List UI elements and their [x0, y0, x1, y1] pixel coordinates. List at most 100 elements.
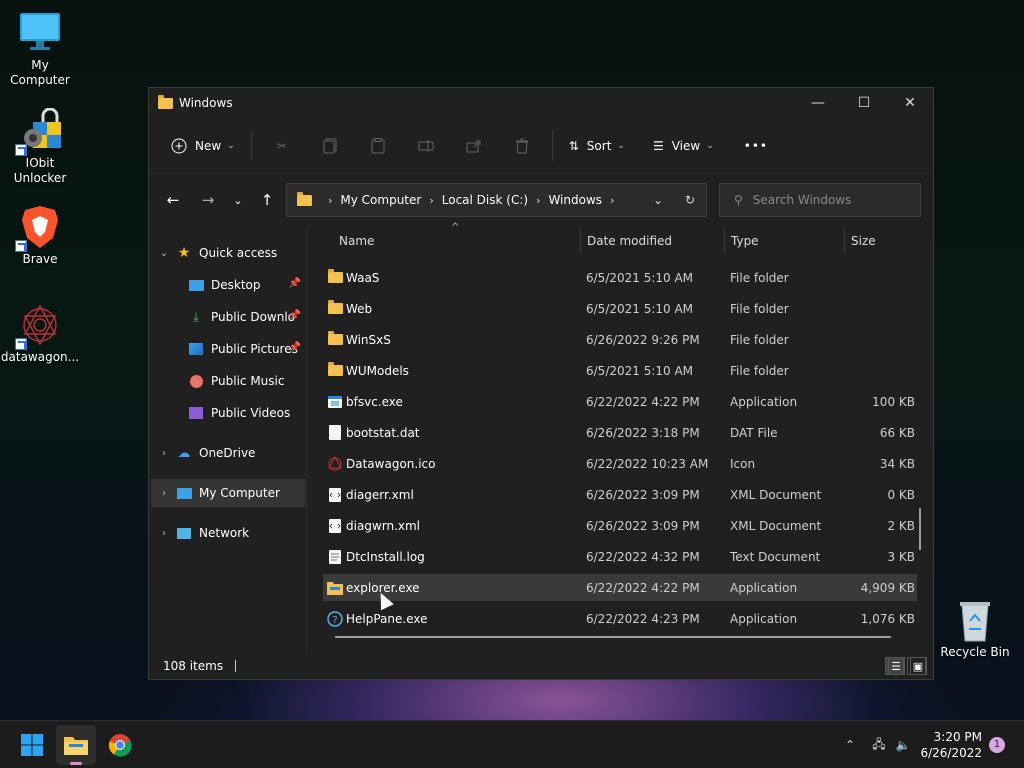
file-row[interactable]: diagwrn.xml 6/26/2022 3:09 PM XML Document…: [323, 512, 917, 539]
clock-time: 3:20 PM: [933, 730, 982, 744]
taskbar-chrome[interactable]: [100, 725, 140, 765]
datawagon-icon: [15, 302, 63, 350]
cloud-icon: ☁: [177, 445, 191, 461]
sort-button[interactable]: ⇅ Sort ⌄: [559, 128, 635, 164]
minimize-button[interactable]: —: [795, 88, 841, 118]
horizontal-scrollbar[interactable]: [335, 636, 891, 638]
refresh-button[interactable]: ↻: [674, 193, 706, 207]
large-icons-view-button[interactable]: ▣: [907, 657, 927, 675]
folder-icon: [327, 362, 343, 379]
taskbar-file-explorer[interactable]: [56, 725, 96, 765]
clipboard-icon: [371, 137, 385, 153]
notification-badge[interactable]: 1: [989, 737, 1005, 753]
share-button[interactable]: [450, 128, 498, 164]
nav-desktop[interactable]: Desktop 📌: [187, 271, 305, 299]
show-hidden-icons-button[interactable]: ⌃: [840, 738, 860, 752]
file-type: Text Document: [730, 549, 821, 564]
file-row[interactable]: Datawagon.ico 6/22/2022 10:23 AM Icon 34 KB: [323, 450, 917, 477]
forward-button[interactable]: →: [192, 184, 224, 216]
nav-public-pictures[interactable]: Public Pictures 📌: [187, 335, 305, 363]
file-size: 4,909 KB: [860, 580, 915, 595]
nav-public-downloads[interactable]: ⤓ Public Downloads 📌: [187, 303, 305, 331]
address-row: ← → ⌄ ↑ › My Computer › Local Disk (C:) › …: [149, 174, 933, 226]
file-list: Name ^ Date modified Type Size WaaS 6/5/2…: [317, 222, 927, 653]
file-size: 3 KB: [887, 549, 915, 564]
file-size: 34 KB: [879, 456, 915, 471]
desktop-icon-recycle-bin[interactable]: Recycle Bin: [935, 597, 1015, 660]
file-type: File folder: [730, 363, 789, 378]
view-button[interactable]: ☰ View ⌄: [643, 128, 724, 164]
desktop-icon-label: My Computer: [10, 58, 70, 87]
file-row[interactable]: bootstat.dat 6/26/2022 3:18 PM DAT File 66 …: [323, 419, 917, 446]
rename-button[interactable]: [402, 128, 450, 164]
pin-icon: 📌: [288, 278, 301, 289]
search-input[interactable]: ⚲ Search Windows: [719, 183, 921, 217]
videos-icon: [187, 405, 205, 421]
file-type: XML Document: [730, 518, 822, 533]
file-row[interactable]: WinSxS 6/26/2022 9:26 PM File folder: [323, 326, 917, 353]
file-row[interactable]: Web 6/5/2021 5:10 AM File folder: [323, 295, 917, 322]
up-button[interactable]: ↑: [252, 184, 282, 216]
recent-locations-button[interactable]: ⌄: [224, 184, 252, 216]
desktop-icon-label: Recycle Bin: [940, 645, 1010, 659]
nav-my-computer[interactable]: › My Computer: [151, 479, 305, 507]
chevron-down-icon: ⌄: [617, 140, 625, 151]
desktop-icon-brave[interactable]: Brave: [0, 204, 80, 267]
file-type: File folder: [730, 270, 789, 285]
clock[interactable]: 3:20 PM 6/26/2022: [920, 729, 982, 761]
paste-button[interactable]: [354, 128, 402, 164]
back-button[interactable]: ←: [157, 184, 189, 216]
windows-logo-icon: [21, 734, 43, 756]
taskbar: ⌃ 🖧 🔈 3:20 PM 6/26/2022 1: [0, 720, 1024, 768]
network-status-icon[interactable]: 🖧: [866, 735, 892, 756]
maximize-button[interactable]: ☐: [841, 88, 887, 118]
file-date: 6/22/2022 4:22 PM: [586, 580, 700, 595]
file-row[interactable]: explorer.exe 6/22/2022 4:22 PM Application…: [323, 574, 917, 601]
window-title: Windows: [179, 96, 233, 110]
close-button[interactable]: ✕: [887, 88, 933, 118]
plus-circle-icon: [171, 138, 187, 153]
file-row[interactable]: WUModels 6/5/2021 5:10 AM File folder: [323, 357, 917, 384]
address-dropdown-button[interactable]: ⌄: [642, 193, 674, 207]
file-name: diagerr.xml: [346, 487, 414, 502]
file-row[interactable]: diagerr.xml 6/26/2022 3:09 PM XML Document…: [323, 481, 917, 508]
status-bar: 108 items ☰ ▣: [149, 653, 933, 679]
file-row[interactable]: bfsvc.exe 6/22/2022 4:22 PM Application 100…: [323, 388, 917, 415]
nav-public-music[interactable]: Public Music: [187, 367, 305, 395]
nav-network[interactable]: › Network: [157, 519, 307, 547]
desktop-icon-my-computer[interactable]: My Computer: [0, 10, 80, 88]
breadcrumb-local-disk[interactable]: Local Disk (C:) ›: [442, 193, 549, 207]
desktop-icon-label: Brave: [22, 252, 58, 266]
column-header-size[interactable]: Size: [851, 228, 911, 254]
nav-onedrive[interactable]: › ☁ OneDrive: [157, 439, 307, 467]
desktop-icon-datawagon[interactable]: datawagon...: [0, 302, 80, 365]
shortcut-arrow-icon: [15, 338, 27, 350]
file-row[interactable]: ? HelpPane.exe 6/22/2022 4:23 PM Applicatio…: [323, 605, 917, 632]
file-row[interactable]: WaaS 6/5/2021 5:10 AM File folder: [323, 264, 917, 291]
start-button[interactable]: [12, 725, 52, 765]
new-button[interactable]: New ⌄: [161, 128, 245, 164]
toolbar-divider: [250, 130, 252, 161]
nav-public-videos[interactable]: Public Videos: [187, 399, 305, 427]
delete-button[interactable]: [498, 128, 546, 164]
breadcrumb-windows[interactable]: Windows ›: [548, 193, 622, 207]
search-placeholder: Search Windows: [752, 193, 852, 207]
title-bar[interactable]: Windows — ☐ ✕: [149, 88, 933, 118]
breadcrumb-my-computer[interactable]: My Computer ›: [340, 193, 441, 207]
scissors-icon: ✂: [276, 138, 287, 153]
details-view-button[interactable]: ☰: [885, 657, 905, 675]
volume-icon[interactable]: 🔈: [892, 738, 914, 752]
address-bar[interactable]: › My Computer › Local Disk (C:) › Windows ›…: [286, 183, 707, 217]
column-header-date[interactable]: Date modified: [587, 228, 723, 254]
file-type: DAT File: [730, 425, 778, 440]
file-row[interactable]: DtcInstall.log 6/22/2022 4:32 PM Text Docu…: [323, 543, 917, 570]
see-more-button[interactable]: •••: [734, 128, 778, 164]
search-icon: ⚲: [734, 193, 743, 207]
copy-button[interactable]: [306, 128, 354, 164]
nav-quick-access[interactable]: ⌄ ★ Quick access: [157, 239, 307, 267]
cut-button[interactable]: ✂: [258, 128, 306, 164]
desktop-icon-iobit-unlocker[interactable]: IObit Unlocker: [0, 107, 80, 186]
vertical-scrollbar[interactable]: [919, 508, 921, 550]
text-icon: [327, 549, 343, 565]
column-header-type[interactable]: Type: [731, 228, 843, 254]
